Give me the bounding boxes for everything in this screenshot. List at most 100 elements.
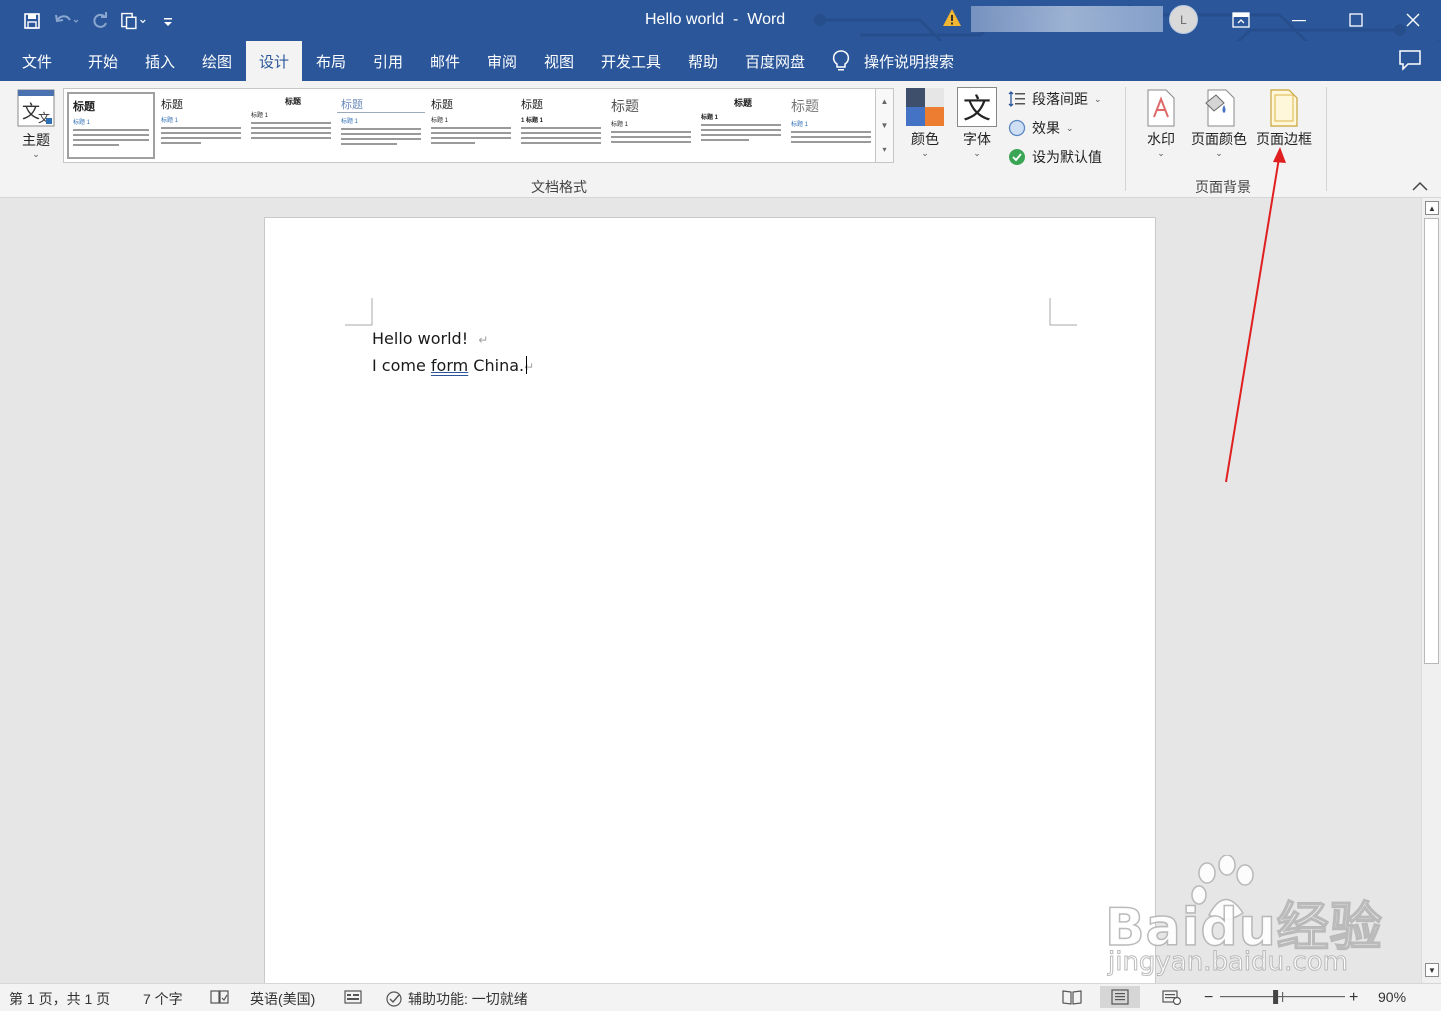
style-set-item[interactable]: 标题 标题 1 bbox=[697, 92, 785, 159]
zoom-slider[interactable] bbox=[1220, 984, 1345, 1010]
page-color-button[interactable]: 页面颜色 ⌄ bbox=[1188, 89, 1250, 158]
style-set-item[interactable]: 标题 标题 1 bbox=[247, 92, 335, 159]
style-set-gallery[interactable]: 标题 标题 1 标题 标题 1 标题 标题 1 标题 标题 1 标题 标题 1 … bbox=[63, 88, 876, 163]
ribbon-design: 文 文 主题 ⌄ 标题 标题 1 标题 标题 1 标题 标题 1 标题 标题 1 bbox=[0, 81, 1441, 198]
zoom-in-button[interactable]: + bbox=[1349, 989, 1358, 1007]
scroll-up-icon[interactable]: ▲ bbox=[1425, 201, 1439, 215]
vertical-scrollbar[interactable]: ▲ ▼ bbox=[1421, 198, 1441, 983]
tab-draw[interactable]: 绘图 bbox=[191, 41, 243, 81]
style-set-subheading: 标题 1 bbox=[791, 122, 809, 128]
style-set-heading: 标题 bbox=[611, 98, 639, 114]
ribbon-display-options-button[interactable] bbox=[1212, 0, 1270, 40]
style-set-heading: 标题 bbox=[337, 92, 425, 113]
zoom-slider-thumb[interactable] bbox=[1273, 990, 1279, 1004]
paste-icon[interactable] bbox=[120, 8, 148, 34]
group-separator bbox=[1125, 87, 1126, 191]
warning-icon[interactable] bbox=[942, 8, 962, 28]
tab-view[interactable]: 视图 bbox=[533, 41, 585, 81]
style-set-item[interactable]: 标题 1 标题 1 bbox=[517, 92, 605, 159]
scroll-thumb[interactable] bbox=[1424, 218, 1439, 664]
comments-icon[interactable] bbox=[1398, 49, 1426, 73]
tab-baidu-netdisk[interactable]: 百度网盘 bbox=[737, 41, 813, 81]
style-set-subheading: 标题 1 bbox=[611, 122, 629, 128]
page-count[interactable]: 第 1 页，共 1 页 bbox=[9, 989, 110, 1009]
style-set-heading: 标题 bbox=[73, 101, 95, 113]
tab-file[interactable]: 文件 bbox=[12, 41, 62, 81]
document-page[interactable]: Hello world! ↵ I come form China.↵ bbox=[264, 217, 1156, 983]
text-run: China. bbox=[468, 356, 525, 375]
tell-me-search[interactable]: 操作说明搜索 bbox=[832, 41, 954, 81]
print-layout-button[interactable] bbox=[1100, 986, 1140, 1008]
style-set-item[interactable]: 标题 标题 1 bbox=[607, 92, 695, 159]
tab-design[interactable]: 设计 bbox=[246, 41, 302, 81]
customize-icon[interactable] bbox=[154, 8, 182, 34]
word-count[interactable]: 7 个字 bbox=[143, 989, 183, 1009]
chevron-up-icon[interactable]: ▲ bbox=[881, 97, 889, 106]
undo-icon[interactable] bbox=[52, 8, 80, 34]
language-indicator[interactable]: 英语(美国) bbox=[250, 989, 315, 1009]
tab-help[interactable]: 帮助 bbox=[677, 41, 729, 81]
document-canvas[interactable]: Hello world! ↵ I come form China.↵ bbox=[0, 198, 1421, 983]
watermark-button[interactable]: 水印 ⌄ bbox=[1142, 89, 1180, 158]
paragraph-spacing-button[interactable]: 段落间距 ⌄ bbox=[1008, 89, 1102, 109]
style-set-item[interactable]: 标题 标题 1 bbox=[157, 92, 245, 159]
style-set-heading: 标题 bbox=[733, 98, 752, 108]
style-set-item[interactable]: 标题 标题 1 bbox=[337, 92, 425, 159]
page-borders-button[interactable]: 页面边框 bbox=[1253, 89, 1315, 149]
accessibility-icon bbox=[386, 991, 402, 1007]
fonts-label: 字体 bbox=[963, 131, 991, 147]
effects-button[interactable]: 效果 ⌄ bbox=[1008, 118, 1074, 138]
style-set-item[interactable]: 标题 标题 1 bbox=[427, 92, 515, 159]
web-layout-button[interactable] bbox=[1152, 986, 1192, 1008]
style-set-subheading: 标题 1 bbox=[251, 113, 269, 119]
paragraph-spacing-icon bbox=[1008, 91, 1025, 107]
chevron-down-icon: ⌄ bbox=[1066, 122, 1074, 133]
tab-developer[interactable]: 开发工具 bbox=[593, 41, 669, 81]
macro-recording-icon[interactable] bbox=[344, 989, 362, 1005]
zoom-level[interactable]: 90% bbox=[1378, 989, 1406, 1005]
account-name[interactable] bbox=[971, 6, 1163, 32]
text-run: I come bbox=[372, 356, 431, 375]
style-set-heading: 标题 bbox=[285, 97, 301, 106]
redo-icon[interactable] bbox=[86, 8, 114, 34]
status-bar: 第 1 页，共 1 页 7 个字 英语(美国) 辅助功能: 一切就绪 − + 9… bbox=[0, 983, 1441, 1011]
style-set-item[interactable]: 标题 标题 1 bbox=[787, 92, 875, 159]
tell-me-label: 操作说明搜索 bbox=[864, 53, 955, 71]
close-button[interactable] bbox=[1384, 0, 1441, 40]
more-icon[interactable]: ▾ bbox=[882, 145, 886, 154]
tab-insert[interactable]: 插入 bbox=[134, 41, 186, 81]
chevron-down-icon[interactable]: ▼ bbox=[881, 121, 889, 130]
tab-home[interactable]: 开始 bbox=[77, 41, 129, 81]
document-line[interactable]: I come form China.↵ bbox=[372, 356, 534, 375]
tab-references[interactable]: 引用 bbox=[362, 41, 414, 81]
avatar[interactable]: L bbox=[1169, 5, 1198, 34]
check-circle-icon bbox=[1009, 149, 1025, 165]
document-line[interactable]: Hello world! ↵ bbox=[372, 329, 488, 348]
style-set-item[interactable]: 标题 标题 1 bbox=[67, 92, 155, 159]
set-as-default-label: 设为默认值 bbox=[1032, 149, 1102, 165]
set-as-default-button[interactable]: 设为默认值 bbox=[1008, 147, 1102, 167]
proofing-icon[interactable] bbox=[210, 989, 230, 1005]
collapse-ribbon-icon[interactable] bbox=[1410, 179, 1430, 193]
accessibility-status[interactable]: 辅助功能: 一切就绪 bbox=[384, 989, 528, 1009]
minimize-button[interactable] bbox=[1270, 0, 1328, 40]
margin-corner-mark bbox=[1049, 298, 1077, 326]
save-icon[interactable] bbox=[18, 8, 46, 34]
style-set-subheading: 1 标题 1 bbox=[521, 118, 544, 124]
gallery-scroll[interactable]: ▲ ▼ ▾ bbox=[876, 88, 894, 163]
tab-review[interactable]: 审阅 bbox=[476, 41, 528, 81]
chevron-down-icon: ⌄ bbox=[1215, 148, 1223, 158]
scroll-down-icon[interactable]: ▼ bbox=[1425, 963, 1439, 977]
fonts-button[interactable]: 文 字体 ⌄ bbox=[955, 87, 999, 158]
maximize-button[interactable] bbox=[1327, 0, 1385, 40]
quick-access-toolbar bbox=[18, 8, 182, 34]
colors-button[interactable]: 颜色 ⌄ bbox=[903, 87, 947, 158]
tab-mailings[interactable]: 邮件 bbox=[419, 41, 471, 81]
read-mode-button[interactable] bbox=[1052, 986, 1092, 1008]
theme-icon: 文 文 bbox=[17, 89, 55, 127]
zoom-out-button[interactable]: − bbox=[1204, 989, 1213, 1007]
grammar-error-word[interactable]: form bbox=[431, 356, 468, 375]
tab-layout[interactable]: 布局 bbox=[305, 41, 357, 81]
chevron-down-icon: ⌄ bbox=[32, 149, 40, 159]
themes-button[interactable]: 文 文 主题 ⌄ bbox=[13, 88, 59, 159]
